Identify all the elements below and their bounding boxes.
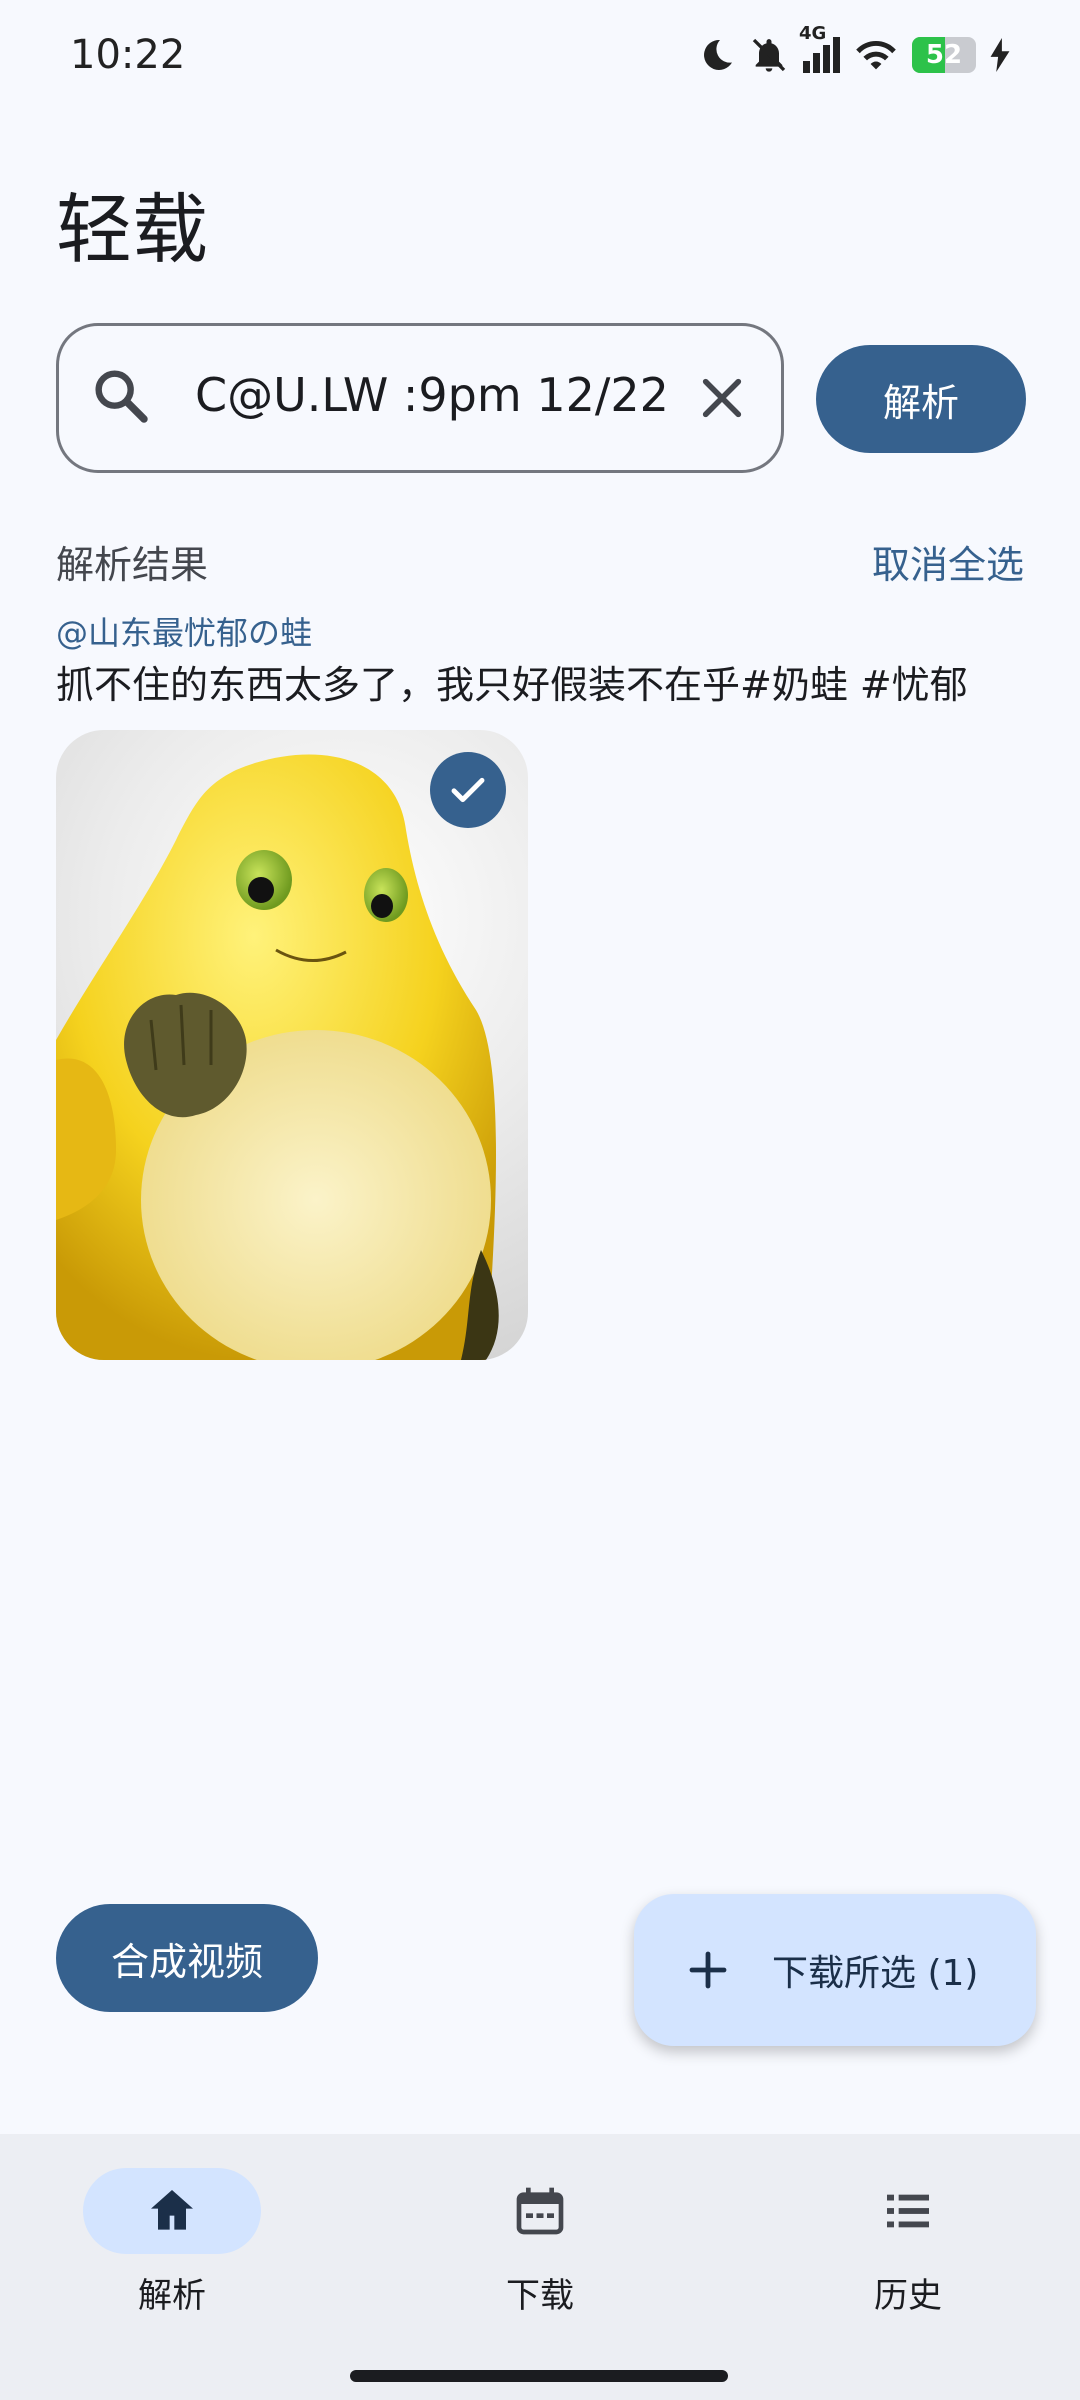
home-icon	[151, 2190, 193, 2230]
signal-indicator: 4G	[799, 23, 840, 73]
battery-level: 52	[925, 40, 963, 70]
nav-item-history[interactable]: 历史	[798, 2168, 1018, 2317]
search-icon	[95, 370, 148, 423]
nav-item-download[interactable]: 下载	[430, 2168, 650, 2317]
deselect-all-button[interactable]: 取消全选	[872, 534, 1024, 589]
compose-video-button[interactable]: 合成视频	[56, 1904, 318, 2012]
nav-label-parse: 解析	[138, 2276, 206, 2316]
plus-icon	[689, 1951, 727, 1989]
battery-indicator: 52	[912, 37, 976, 73]
page-title: 轻载	[56, 185, 208, 274]
nav-active-indicator	[83, 2168, 261, 2254]
calendar-icon	[516, 2187, 564, 2235]
nav-label-history: 历史	[874, 2276, 942, 2316]
mute-bell-icon	[752, 38, 786, 72]
status-time: 10:22	[70, 32, 186, 78]
nav-label-download: 下载	[506, 2276, 574, 2316]
nav-item-parse[interactable]: 解析	[62, 2168, 282, 2317]
results-heading: 解析结果	[56, 543, 209, 587]
check-icon	[451, 777, 485, 803]
network-type: 4G	[799, 23, 827, 44]
author-link[interactable]: @山东最忧郁の蛙	[56, 608, 312, 654]
wifi-icon	[856, 40, 896, 70]
bottom-navigation: 解析 下载 历史	[0, 2134, 1080, 2400]
post-description: 抓不住的东西太多了，我只好假装不在乎#奶蛙 #忧郁	[56, 663, 968, 707]
parse-button[interactable]: 解析	[816, 345, 1026, 453]
status-icons: 4G 52	[699, 23, 1010, 80]
charging-icon	[990, 38, 1010, 72]
selected-check-badge[interactable]	[430, 752, 506, 828]
download-selected-label: 下载所选 (1)	[772, 1953, 979, 1994]
list-icon	[887, 2194, 929, 2228]
download-selected-fab[interactable]: 下载所选 (1)	[634, 1894, 1036, 2046]
home-gesture-bar[interactable]	[350, 2370, 728, 2382]
search-input-value[interactable]: C@U.LW :9pm 12/22	[195, 368, 669, 422]
close-icon[interactable]	[694, 370, 750, 426]
moon-icon	[704, 39, 732, 70]
